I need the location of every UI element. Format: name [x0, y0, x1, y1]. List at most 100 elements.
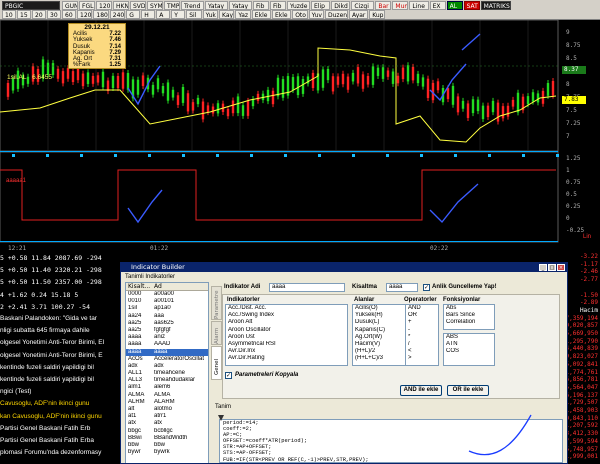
toolbar-button-matriks[interactable]: MATRIKS	[480, 1, 512, 10]
field-list[interactable]: Acilis(O) Yuksek(H) Dusuk(L) Kapanis(C) Ag.O…	[352, 304, 408, 366]
news-item[interactable]: 5 +0.50 11.50 2357.00 -298	[0, 277, 118, 287]
toolbar-button-hkn[interactable]: HKN	[113, 1, 129, 10]
operator-item[interactable]: AND	[406, 305, 438, 312]
operator-item[interactable]: /	[406, 341, 438, 348]
toolbar-button-fib[interactable]: Fib	[253, 1, 269, 10]
operator-item[interactable]: <	[406, 348, 438, 355]
defined-indicator-row[interactable]: atx atx	[126, 420, 208, 427]
defined-indicator-row[interactable]: AcOs AcceleratorOscillat	[126, 356, 208, 363]
defined-indicator-row[interactable]: at1 atrr1	[126, 413, 208, 420]
defined-indicator-row[interactable]: aaaa aaaa	[126, 348, 208, 356]
toolbar-button-a[interactable]: A	[156, 10, 171, 19]
chart-panel[interactable]: 98.758.58.2587.757.57.2571.2510.750.50.2…	[0, 20, 600, 252]
toolbar-button-line[interactable]: Line	[409, 1, 429, 10]
defined-indicator-row[interactable]: aa24 aaa	[126, 313, 208, 320]
toolbar-button-ekle[interactable]: Ekle	[272, 10, 292, 19]
news-item[interactable]: olgesel Yonetimi Anti-Teror Birimi, El	[0, 338, 118, 348]
field-item[interactable]: Ag.Ort(W)	[353, 334, 407, 341]
minimize-icon[interactable]: _	[539, 264, 547, 271]
toolbar-button-yatay[interactable]: Yatay	[205, 1, 228, 10]
news-ticker-list[interactable]: 5 +0.58 11.84 2087.69 -294 5 +0.50 11.40 …	[0, 252, 118, 464]
toolbar-button-sat[interactable]: SAT	[463, 1, 480, 10]
toolbar-button-ayar[interactable]: Ayar	[349, 10, 369, 19]
news-item[interactable]: nligi subatta 645 firmaya dahile	[0, 326, 118, 336]
toolbar-button-ex[interactable]: EX	[429, 1, 446, 10]
defined-indicator-row[interactable]: ALMA ALMA	[126, 392, 208, 399]
toolbar-button-cizgi[interactable]: Cizgi	[351, 1, 375, 10]
news-item[interactable]: 4 +1.62 0.24 15.18 5	[0, 290, 118, 300]
function-list[interactable]: ABS ATN COS	[443, 333, 495, 366]
news-item[interactable]: Cavusoglu, ADF'nin ikinci gunu	[0, 399, 118, 409]
news-item[interactable]: olgesel Yonetimi Anti-Teror Birimi, E	[0, 351, 118, 361]
toolbar-button-240[interactable]: 240	[109, 10, 126, 19]
indicator-item[interactable]: Aroon Ust	[226, 334, 347, 341]
defined-indicator-row[interactable]: 0000 a00a00	[126, 291, 208, 298]
toolbar-button-duzen[interactable]: Duzen	[325, 10, 348, 19]
function-category-item[interactable]: Correlation	[444, 319, 494, 326]
toolbar-button-y[interactable]: Y	[171, 10, 186, 19]
defined-indicator-row[interactable]: bbw bbw	[126, 442, 208, 449]
symbol-selector[interactable]: PBGIC	[2, 1, 60, 10]
toolbar-button-kup[interactable]: Kup	[369, 10, 385, 19]
indicator-item[interactable]: Acc./Swing Index	[226, 312, 347, 319]
maximize-icon[interactable]: □	[548, 264, 556, 271]
toolbar-button-yaz[interactable]: Yaz	[235, 10, 251, 19]
short-name-input[interactable]: aaaa	[386, 283, 418, 292]
defined-indicator-row[interactable]: 0010 a00101	[126, 298, 208, 305]
field-item[interactable]: (H+L)/2	[353, 348, 407, 355]
operator-item[interactable]: OR	[406, 312, 438, 319]
function-item[interactable]: ABS	[444, 334, 494, 341]
operator-item[interactable]: +	[406, 319, 438, 326]
indicator-item[interactable]: Aroon Alt	[226, 319, 347, 326]
dialog-title-bar[interactable]: Indicator Builder	[121, 263, 567, 272]
toolbar-button-elip[interactable]: Elip	[311, 1, 331, 10]
field-item[interactable]: (H+L+C)/3	[353, 355, 407, 362]
tab-defined-indicators[interactable]: Tanimli Indikatorler	[125, 274, 175, 280]
toolbar-button-yuzde[interactable]: Yuzde	[287, 1, 310, 10]
and-add-button[interactable]: AND ile ekle	[400, 385, 442, 396]
indicator-item[interactable]: Asymmetrical RSI	[226, 341, 347, 348]
operator-item[interactable]: >	[406, 355, 438, 362]
toolbar-button-120[interactable]: 120	[77, 10, 93, 19]
news-item[interactable]: 5 +0.58 11.84 2087.69 -294	[0, 253, 118, 263]
operator-list[interactable]: AND OR + - * / < >	[405, 304, 439, 366]
close-icon[interactable]: ×	[557, 264, 565, 271]
operator-item[interactable]: *	[406, 334, 438, 341]
toolbar-button-30[interactable]: 30	[47, 10, 61, 19]
toolbar-button-dikd[interactable]: Dikd	[331, 1, 351, 10]
tab-parametre[interactable]: Parametre	[211, 286, 222, 320]
defined-indicator-row[interactable]: aa25 aas625	[126, 320, 208, 327]
toolbar-button-10[interactable]: 10	[2, 10, 16, 19]
toolbar-button-fgl[interactable]: FGL	[79, 1, 95, 10]
defined-indicator-row[interactable]: BBwi BBandWidth	[126, 435, 208, 442]
field-item[interactable]: Kapanis(C)	[353, 327, 407, 334]
tab-genel[interactable]: Genel	[211, 346, 222, 380]
toolbar-button-yuk[interactable]: Yuk	[202, 10, 218, 19]
column-header-ad[interactable]: Ad	[154, 283, 162, 291]
indicator-item[interactable]: Avr.Dir.Inx	[226, 348, 347, 355]
function-category-list[interactable]: Abs Bars Since Correlation	[443, 304, 495, 330]
indicator-name-input[interactable]: aaaa	[269, 283, 345, 292]
news-item[interactable]: ngici (Test)	[0, 387, 118, 397]
defined-indicator-row[interactable]: adx adx	[126, 363, 208, 370]
column-header-kisaltma[interactable]: Kisalt...	[128, 283, 150, 291]
or-add-button[interactable]: OR ile ekle	[447, 385, 489, 396]
toolbar-button-120[interactable]: 120	[96, 1, 112, 10]
defined-indicator-row[interactable]: aa25 fgfgfgf	[126, 327, 208, 334]
toolbar-button-20[interactable]: 20	[32, 10, 46, 19]
toolbar-button-g[interactable]: G	[126, 10, 141, 19]
toolbar-button-oto[interactable]: Oto	[292, 10, 308, 19]
toolbar-button-bar[interactable]: Bar	[375, 1, 392, 10]
toolbar-button-180[interactable]: 180	[93, 10, 109, 19]
defined-indicator-row[interactable]: ALL3 timeahdudaklar	[126, 377, 208, 384]
expand-icon[interactable]	[216, 413, 226, 425]
toolbar-button-mum[interactable]: Mum	[392, 1, 409, 10]
copy-params-checkbox[interactable]: ✓	[225, 372, 232, 379]
news-item[interactable]: Baskani Palandoken: "Gida ve tar	[0, 314, 118, 324]
toolbar-button-trend[interactable]: Trend	[181, 1, 204, 10]
toolbar-button-sil[interactable]: Sil	[186, 10, 202, 19]
news-item[interactable]: kan Cavusoglu, ADF'nin ikinci gunu	[0, 412, 118, 422]
field-item[interactable]: Yuksek(H)	[353, 312, 407, 319]
indicator-item[interactable]: Aroon Oscillator	[226, 327, 347, 334]
toolbar-button-60[interactable]: 60	[62, 10, 76, 19]
